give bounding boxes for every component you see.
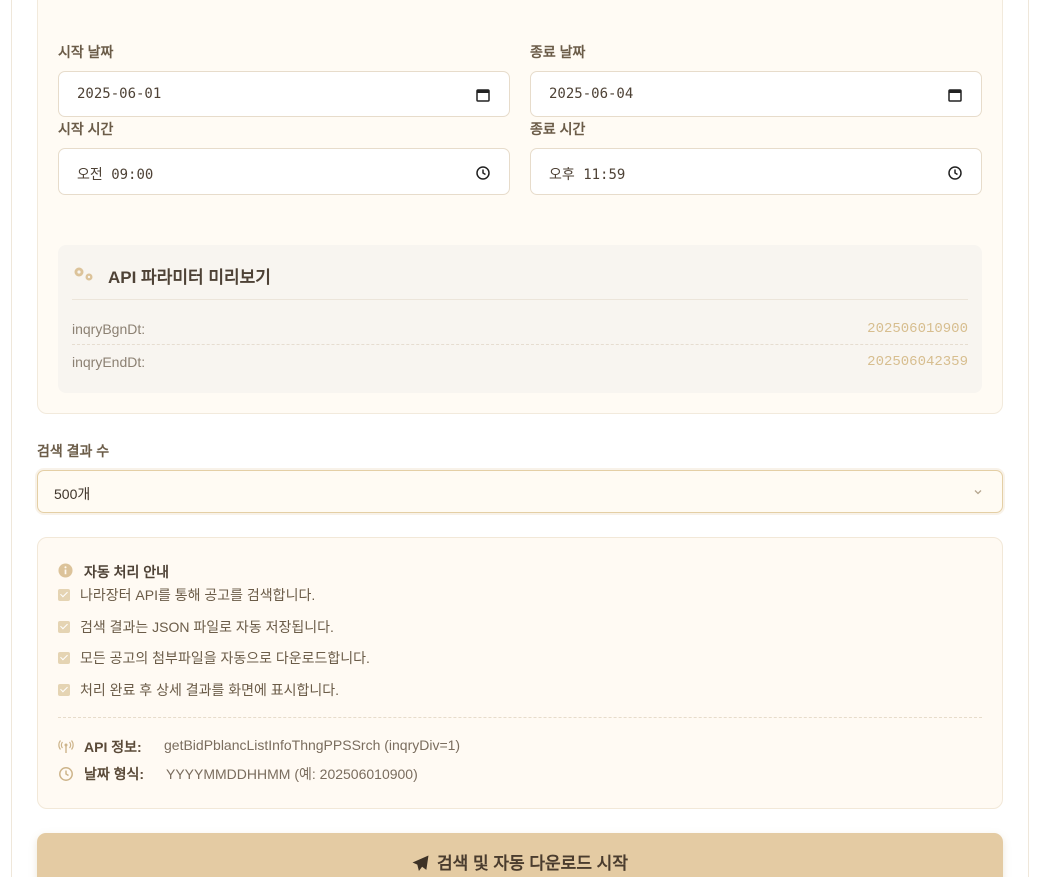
plane-icon [412,855,429,871]
info-title: 자동 처리 안내 [84,564,170,580]
start-date-input[interactable]: 2025-06-01 [58,71,510,117]
start-search-download-button[interactable]: 검색 및 자동 다운로드 시작 [37,833,1003,877]
results-count-value: 500개 [54,486,91,502]
calendar-icon[interactable] [947,87,963,103]
clock-icon[interactable] [947,165,963,181]
start-time-value: 오전 09:00 [77,167,154,183]
end-time-input[interactable]: 오후 11:59 [530,148,982,195]
gears-icon [74,267,93,281]
start-time-input[interactable]: 오전 09:00 [58,148,510,195]
start-date-value: 2025-06-01 [77,86,162,102]
divider [72,299,968,300]
api-info-key: API 정보: [84,739,142,755]
param-row: inqryEndDt: 202506042359 [72,346,968,378]
divider [58,717,982,718]
param-value: 202506010900 [867,321,968,337]
clock-icon[interactable] [475,165,491,181]
param-key: inqryEndDt: [72,354,146,370]
api-preview-panel: API 파라미터 미리보기 inqryBgnDt: 202506010900 i… [58,245,982,393]
api-info-value: getBidPblancListInfoThngPPSSrch (inqryDi… [164,737,461,753]
end-date-value: 2025-06-04 [549,86,634,102]
check-icon [58,589,70,601]
clock-icon [59,767,73,781]
date-format-value: YYYYMMDDHHMM (예: 202506010900) [166,766,418,782]
auto-process-info-card: 자동 처리 안내 나라장터 API를 통해 공고를 검색합니다. 검색 결과는 … [37,537,1003,809]
submit-label: 검색 및 자동 다운로드 시작 [437,854,628,873]
check-icon [58,684,70,696]
check-icon [58,621,70,633]
end-time-value: 오후 11:59 [549,167,626,183]
calendar-icon[interactable] [475,87,491,103]
end-date-input[interactable]: 2025-06-04 [530,71,982,117]
date-format-key: 날짜 형식: [84,766,145,782]
list-item-text: 나라장터 API를 통해 공고를 검색합니다. [80,587,316,603]
end-time-label: 종료 시간 [530,121,586,137]
list-item-text: 검색 결과는 JSON 파일로 자동 저장됩니다. [80,619,334,635]
check-icon [58,652,70,664]
info-icon [58,563,73,578]
results-count-select[interactable]: 500개 [37,470,1003,513]
param-row: inqryBgnDt: 202506010900 [72,313,968,345]
param-value: 202506042359 [867,354,968,370]
chevron-down-icon [974,490,982,495]
list-item-text: 처리 완료 후 상세 결과를 화면에 표시합니다. [80,682,340,698]
results-count-label: 검색 결과 수 [37,443,110,459]
end-date-label: 종료 날짜 [530,44,586,60]
start-date-label: 시작 날짜 [58,44,114,60]
start-time-label: 시작 시간 [58,121,114,137]
param-key: inqryBgnDt: [72,321,146,337]
list-item-text: 모든 공고의 첨부파일을 자동으로 다운로드합니다. [80,650,370,666]
antenna-icon [58,740,74,753]
api-preview-title: API 파라미터 미리보기 [108,268,271,287]
